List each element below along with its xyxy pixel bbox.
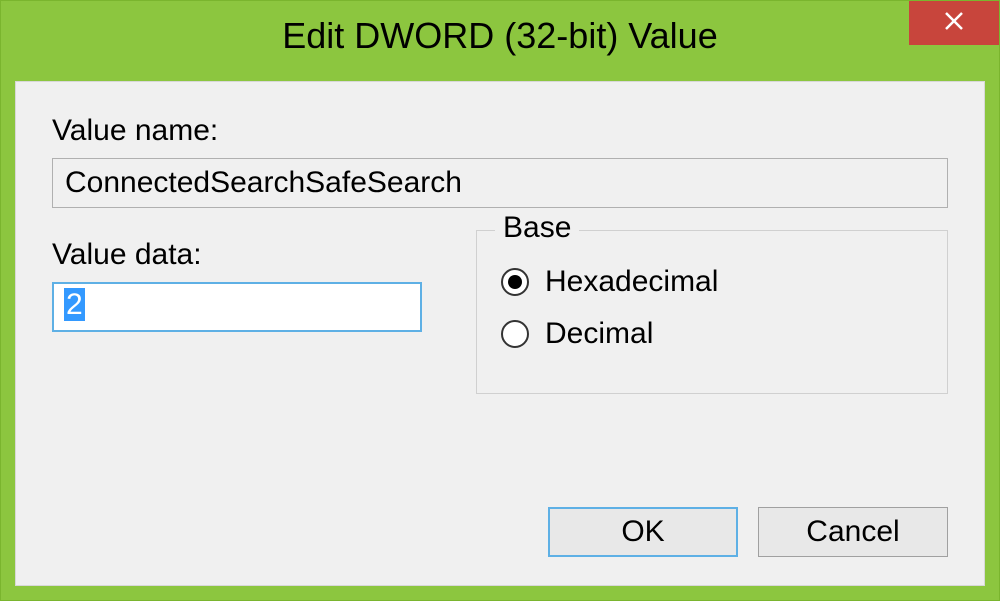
value-data-input[interactable]: 2 xyxy=(52,282,422,332)
radio-icon xyxy=(501,320,529,348)
radio-hexadecimal-label: Hexadecimal xyxy=(545,265,718,299)
cancel-button-label: Cancel xyxy=(806,515,899,549)
window-title: Edit DWORD (32-bit) Value xyxy=(282,15,717,57)
radio-decimal[interactable]: Decimal xyxy=(501,317,923,351)
titlebar: Edit DWORD (32-bit) Value xyxy=(1,1,999,71)
ok-button[interactable]: OK xyxy=(548,507,738,557)
dialog-body: Value name: Value data: 2 Base Hexadecim… xyxy=(15,81,985,586)
base-legend: Base xyxy=(495,211,579,245)
close-button[interactable] xyxy=(909,1,999,45)
base-groupbox: Base Hexadecimal Decimal xyxy=(476,230,948,394)
value-name-label: Value name: xyxy=(52,114,948,148)
radio-icon xyxy=(501,268,529,296)
dialog-window: Edit DWORD (32-bit) Value Value name: Va… xyxy=(0,0,1000,601)
cancel-button[interactable]: Cancel xyxy=(758,507,948,557)
close-icon xyxy=(943,10,965,37)
dialog-buttons: OK Cancel xyxy=(548,507,948,557)
value-data-section: Value data: 2 xyxy=(52,238,452,394)
ok-button-label: OK xyxy=(621,515,664,549)
radio-dot-icon xyxy=(508,275,522,289)
value-data-text: 2 xyxy=(64,288,85,321)
value-name-input[interactable] xyxy=(52,158,948,208)
radio-decimal-label: Decimal xyxy=(545,317,653,351)
radio-hexadecimal[interactable]: Hexadecimal xyxy=(501,265,923,299)
value-data-label: Value data: xyxy=(52,238,452,272)
